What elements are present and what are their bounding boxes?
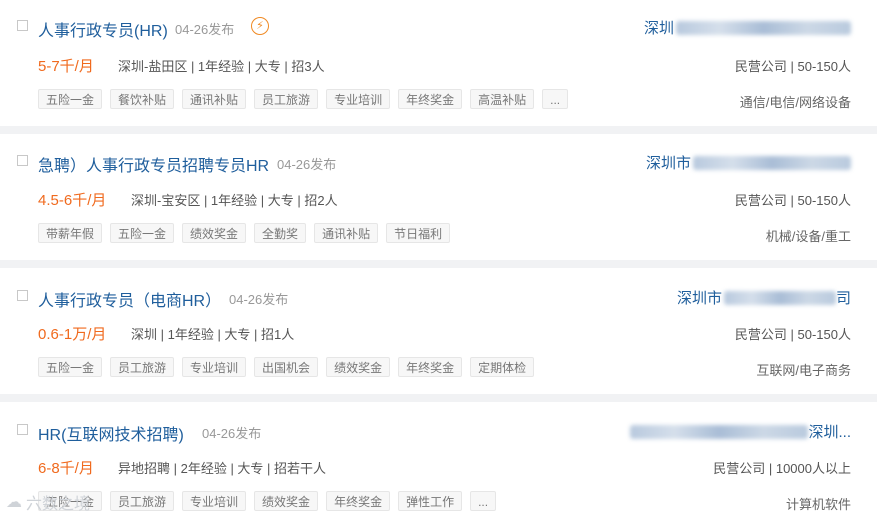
benefit-tag: 专业培训 [326, 89, 391, 109]
more-tags[interactable]: ... [542, 89, 569, 109]
industry: 计算机软件 [785, 497, 851, 512]
company-name[interactable]: 深圳市 司 [677, 287, 851, 308]
benefit-tag: 员工旅游 [254, 89, 319, 109]
company-name[interactable]: 深圳市 [646, 152, 851, 173]
company-name-visible: 深圳市 [645, 155, 691, 172]
company-name[interactable]: 深圳 [644, 17, 851, 38]
benefit-tag: 年终奖金 [398, 357, 463, 377]
more-tags[interactable]: ... [470, 491, 497, 511]
benefit-tag: 五险一金 [38, 357, 103, 377]
benefit-tag: 专业培训 [182, 357, 247, 377]
benefit-tag: 绩效奖金 [182, 223, 247, 243]
benefit-tag: 员工旅游 [110, 491, 175, 511]
benefit-tag: 五险一金 [38, 89, 103, 109]
job-meta: 深圳-盐田区 | 1年经验 | 大专 | 招3人 [118, 59, 325, 74]
benefit-tag: 员工旅游 [110, 357, 175, 377]
company-name-tail: 深圳... [808, 424, 851, 441]
job-title[interactable]: 人事行政专员（电商HR） [38, 287, 221, 311]
benefit-tag: 绩效奖金 [254, 491, 319, 511]
benefit-tag: 年终奖金 [398, 89, 463, 109]
salary: 5-7千/月 [38, 58, 94, 75]
benefit-tag: 五险一金 [110, 223, 175, 243]
salary: 4.5-6千/月 [38, 192, 107, 209]
salary: 0.6-1万/月 [38, 326, 107, 343]
redacted-company-text [630, 424, 809, 439]
benefit-tags: 五险一金 员工旅游 专业培训 绩效奖金 年终奖金 弹性工作 ... [38, 491, 497, 511]
job-card[interactable]: 人事行政专员（电商HR） 04-26发布 0.6-1万/月 深圳 | 1年经验 … [0, 268, 877, 394]
benefit-tag: 专业培训 [182, 491, 247, 511]
benefit-tag: 通讯补贴 [314, 223, 379, 243]
benefit-tag: 弹性工作 [398, 491, 463, 511]
post-date: 04-26发布 [277, 157, 337, 172]
select-checkbox[interactable] [17, 20, 28, 31]
job-card[interactable]: 人事行政专员(HR) 04-26发布 ⚡ 5-7千/月 深圳-盐田区 | 1年经… [0, 0, 877, 126]
post-date: 04-26发布 [175, 22, 235, 37]
benefit-tags: 五险一金 员工旅游 专业培训 出国机会 绩效奖金 年终奖金 定期体检 [38, 357, 535, 377]
industry: 互联网/电子商务 [756, 363, 851, 378]
watermark-logo-icon: ☁ [6, 494, 22, 511]
company-type: 民营公司 | 50-150人 [734, 59, 851, 74]
redacted-company-text [723, 290, 836, 305]
select-checkbox[interactable] [17, 155, 28, 166]
company-name[interactable]: 深圳... [628, 421, 851, 442]
lightning-icon: ⚡ [251, 17, 269, 35]
watermark: ☁ 六数之境 [6, 490, 90, 514]
company-type: 民营公司 | 50-150人 [734, 327, 851, 342]
job-title[interactable]: HR(互联网技术招聘) [38, 421, 184, 445]
benefit-tag: 餐饮补贴 [110, 89, 175, 109]
post-date: 04-26发布 [202, 426, 262, 441]
job-meta: 深圳-宝安区 | 1年经验 | 大专 | 招2人 [131, 193, 338, 208]
company-name-visible: 深圳 [643, 20, 674, 37]
company-type: 民营公司 | 10000人以上 [713, 461, 851, 476]
salary: 6-8千/月 [38, 460, 94, 477]
benefit-tag: 绩效奖金 [326, 357, 391, 377]
job-card[interactable]: HR(互联网技术招聘) 04-26发布 6-8千/月 异地招聘 | 2年经验 |… [0, 402, 877, 520]
company-type: 民营公司 | 50-150人 [734, 193, 851, 208]
job-list: 人事行政专员(HR) 04-26发布 ⚡ 5-7千/月 深圳-盐田区 | 1年经… [0, 0, 877, 520]
benefit-tag: 全勤奖 [254, 223, 307, 243]
job-card[interactable]: 急聘）人事行政专员招聘专员HR 04-26发布 4.5-6千/月 深圳-宝安区 … [0, 134, 877, 260]
job-title[interactable]: 人事行政专员(HR) [38, 17, 168, 41]
benefit-tag: 带薪年假 [38, 223, 103, 243]
redacted-company-text [676, 20, 851, 35]
benefit-tag: 定期体检 [470, 357, 535, 377]
select-checkbox[interactable] [17, 290, 28, 301]
company-name-visible: 深圳市 [676, 290, 722, 307]
job-meta: 深圳 | 1年经验 | 大专 | 招1人 [131, 327, 295, 342]
benefit-tag: 高温补贴 [470, 89, 535, 109]
job-meta: 异地招聘 | 2年经验 | 大专 | 招若干人 [118, 461, 327, 476]
company-name-tail: 司 [835, 290, 851, 307]
select-checkbox[interactable] [17, 424, 28, 435]
benefit-tag: 通讯补贴 [182, 89, 247, 109]
industry: 通信/电信/网络设备 [739, 95, 851, 110]
industry: 机械/设备/重工 [765, 229, 851, 244]
benefit-tags: 五险一金 餐饮补贴 通讯补贴 员工旅游 专业培训 年终奖金 高温补贴 ... [38, 89, 569, 109]
job-title[interactable]: 急聘）人事行政专员招聘专员HR [38, 152, 269, 176]
redacted-company-text [693, 155, 851, 170]
benefit-tag: 年终奖金 [326, 491, 391, 511]
benefit-tags: 带薪年假 五险一金 绩效奖金 全勤奖 通讯补贴 节日福利 [38, 223, 451, 243]
post-date: 04-26发布 [229, 292, 289, 307]
benefit-tag: 节日福利 [386, 223, 451, 243]
watermark-text: 六数之境 [26, 496, 91, 513]
benefit-tag: 出国机会 [254, 357, 319, 377]
